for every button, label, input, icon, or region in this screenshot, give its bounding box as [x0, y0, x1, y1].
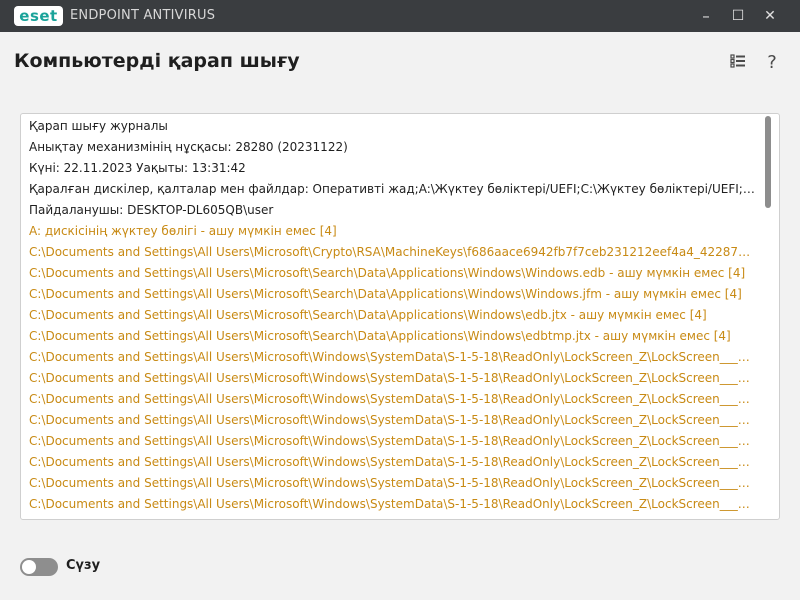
log-line: Қарап шығу журналы	[29, 119, 168, 133]
log-line: Пайдаланушы: DESKTOP-DL605QB\user	[29, 203, 274, 217]
filter-label: Сүзу	[66, 558, 101, 573]
minimize-button[interactable]: –	[690, 0, 722, 32]
log-line: C:\Documents and Settings\All Users\Micr…	[29, 497, 757, 511]
log-line: A: дискісінің жүктеу бөлігі - ашу мүмкін…	[29, 224, 337, 238]
eset-logo: eset	[14, 6, 63, 26]
log-line: C:\Documents and Settings\All Users\Micr…	[29, 515, 757, 519]
log-line: C:\Documents and Settings\All Users\Micr…	[29, 245, 757, 259]
help-button[interactable]: ?	[762, 53, 782, 73]
log-line: C:\Documents and Settings\All Users\Micr…	[29, 350, 757, 364]
log-line: C:\Documents and Settings\All Users\Micr…	[29, 371, 757, 385]
log-line: C:\Documents and Settings\All Users\Micr…	[29, 434, 757, 448]
log-line: Анықтау механизмінің нұсқасы: 28280 (202…	[29, 140, 348, 154]
maximize-button[interactable]: ☐	[722, 0, 754, 32]
list-view-button[interactable]	[728, 53, 748, 73]
minimize-icon: –	[702, 7, 710, 25]
log-line: Қаралған дискілер, қалталар мен файлдар:…	[29, 182, 757, 196]
log-line: C:\Documents and Settings\All Users\Micr…	[29, 413, 757, 427]
scrollbar-thumb[interactable]	[765, 116, 771, 208]
scrollbar[interactable]	[765, 114, 771, 519]
log-line: C:\Documents and Settings\All Users\Micr…	[29, 476, 757, 490]
log-line: C:\Documents and Settings\All Users\Micr…	[29, 455, 757, 469]
filter-toggle[interactable]	[20, 558, 58, 576]
scan-log-panel[interactable]: Қарап шығу журналы Анықтау механизмінің н…	[20, 113, 780, 520]
log-line: Күні: 22.11.2023 Уақыты: 13:31:42	[29, 161, 246, 175]
close-button[interactable]: ✕	[754, 0, 786, 32]
log-line: C:\Documents and Settings\All Users\Micr…	[29, 329, 731, 343]
maximize-icon: ☐	[731, 8, 745, 24]
help-icon: ?	[767, 52, 777, 73]
app-title: ENDPOINT ANTIVIRUS	[70, 8, 216, 23]
log-line: C:\Documents and Settings\All Users\Micr…	[29, 308, 707, 322]
title-bar: eset ENDPOINT ANTIVIRUS – ☐ ✕	[0, 0, 800, 32]
toggle-knob	[22, 560, 36, 574]
close-icon: ✕	[764, 8, 776, 24]
list-view-icon	[730, 54, 745, 68]
log-line: C:\Documents and Settings\All Users\Micr…	[29, 287, 742, 301]
page-title: Компьютерді қарап шығу	[14, 50, 300, 72]
scan-log-lines: Қарап шығу журналы Анықтау механизмінің н…	[29, 116, 757, 519]
log-line: C:\Documents and Settings\All Users\Micr…	[29, 392, 757, 406]
log-line: C:\Documents and Settings\All Users\Micr…	[29, 266, 746, 280]
